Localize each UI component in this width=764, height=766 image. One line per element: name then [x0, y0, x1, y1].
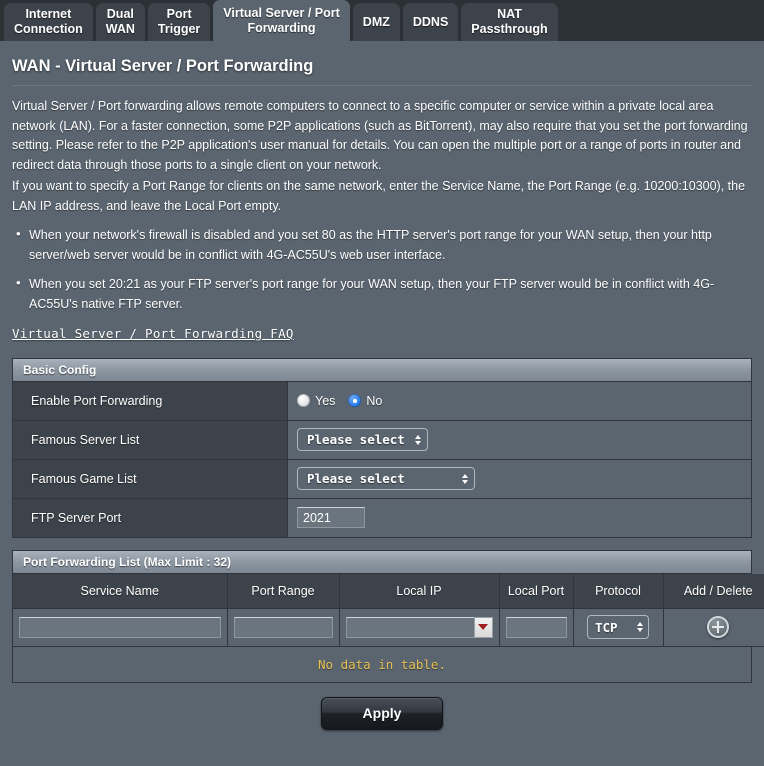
row-ftp-server-port: FTP Server Port [13, 498, 751, 538]
cell-add-delete [663, 608, 764, 647]
radio-label-no: No [366, 393, 383, 408]
protocol-value: TCP [595, 619, 618, 635]
cell-local-ip [339, 608, 500, 647]
label-famous-game-list: Famous Game List [13, 459, 288, 498]
column-header-protocol: Protocol [573, 573, 664, 609]
field-ftp-server-port [288, 499, 751, 537]
field-enable-port-forwarding: Yes No [288, 382, 751, 420]
tab-virtual-server-port-forwarding[interactable]: Virtual Server / Port Forwarding [213, 0, 350, 41]
tab-port-trigger[interactable]: Port Trigger [147, 3, 211, 41]
row-famous-server-list: Famous Server List Please select [13, 420, 751, 460]
port-forwarding-table: Service Name Port Range Local IP Local P… [13, 573, 764, 647]
tab-label-line1: Internet [25, 7, 72, 21]
ftp-server-port-input[interactable] [297, 507, 365, 528]
tab-dual-wan[interactable]: Dual WAN [95, 3, 145, 41]
notes-list: When your network's firewall is disabled… [12, 224, 752, 314]
famous-game-list-select[interactable]: Please select [297, 467, 475, 490]
row-famous-game-list: Famous Game List Please select [13, 459, 751, 499]
radio-group-enable-port-forwarding: Yes No [297, 394, 382, 408]
router-admin-page: Internet Connection Dual WAN Port Trigge… [0, 0, 764, 766]
service-name-input[interactable] [19, 616, 221, 638]
famous-game-list-value: Please select [307, 471, 405, 486]
column-header-local-ip: Local IP [339, 573, 500, 609]
basic-config-header: Basic Config [13, 358, 751, 382]
updown-arrows-icon [415, 434, 421, 445]
wan-tab-bar: Internet Connection Dual WAN Port Trigge… [0, 0, 764, 41]
local-ip-combo [345, 616, 493, 638]
tab-label-line2: Forwarding [247, 20, 316, 35]
faq-link[interactable]: Virtual Server / Port Forwarding FAQ [12, 324, 294, 344]
tab-label-line1: Virtual Server / Port [223, 5, 340, 20]
description-paragraph-2: If you want to specify a Port Range for … [12, 179, 746, 213]
column-header-local-port: Local Port [499, 573, 574, 609]
protocol-select[interactable]: TCP [587, 615, 649, 639]
tab-label-line2: Passthrough [471, 22, 548, 36]
table-input-row: TCP [13, 608, 764, 647]
tab-label-line2: WAN [105, 22, 135, 36]
column-header-service-name: Service Name [13, 573, 228, 609]
label-enable-port-forwarding: Enable Port Forwarding [13, 381, 288, 420]
tab-dmz[interactable]: DMZ [352, 3, 400, 41]
column-header-port-range: Port Range [227, 573, 340, 609]
row-enable-port-forwarding: Enable Port Forwarding Yes No [13, 381, 751, 421]
famous-server-list-value: Please select [307, 432, 405, 447]
description-paragraph-1: Virtual Server / Port forwarding allows … [12, 99, 748, 172]
famous-server-list-select[interactable]: Please select [297, 428, 428, 451]
cell-local-port [499, 608, 574, 647]
protocol-select-wrap: TCP [580, 615, 657, 639]
cell-port-range [227, 608, 340, 647]
port-forwarding-list-header: Port Forwarding List (Max Limit : 32) [13, 550, 751, 574]
field-famous-server-list: Please select [288, 421, 751, 459]
page-title: WAN - Virtual Server / Port Forwarding [12, 57, 314, 75]
cell-protocol: TCP [573, 608, 664, 647]
basic-config-panel: Basic Config Enable Port Forwarding Yes … [12, 357, 752, 538]
empty-table-message: No data in table. [13, 646, 751, 683]
port-range-input[interactable] [233, 616, 333, 638]
local-ip-input[interactable] [345, 616, 493, 638]
radio-label-yes: Yes [315, 393, 336, 408]
radio-option-no[interactable]: No [348, 394, 382, 408]
triangle-down-icon[interactable] [473, 616, 493, 638]
tab-label-line1: NAT [497, 7, 522, 21]
radio-option-yes[interactable]: Yes [297, 394, 335, 408]
field-famous-game-list: Please select [288, 460, 751, 498]
note-item: When your network's firewall is disabled… [16, 224, 752, 265]
plus-circle-icon[interactable] [707, 616, 730, 638]
page-description: Virtual Server / Port forwarding allows … [12, 97, 752, 358]
tab-label-line2: Connection [14, 22, 83, 36]
local-port-input[interactable] [505, 616, 567, 638]
port-forwarding-list-panel: Port Forwarding List (Max Limit : 32) Se… [12, 549, 764, 683]
tab-label-line1: Port [166, 7, 192, 21]
tab-label-line1: Dual [106, 7, 134, 21]
radio-icon-yes[interactable] [297, 394, 310, 407]
apply-button[interactable]: Apply [321, 696, 443, 730]
tab-label-line2: Trigger [157, 22, 201, 36]
page-content: WAN - Virtual Server / Port Forwarding V… [0, 41, 764, 730]
footer-actions: Apply [12, 683, 752, 730]
updown-arrows-icon [637, 622, 643, 632]
cell-service-name [13, 608, 228, 647]
title-divider [12, 85, 752, 86]
tab-internet-connection[interactable]: Internet Connection [4, 3, 93, 41]
column-header-add-delete: Add / Delete [663, 573, 764, 609]
tab-ddns[interactable]: DDNS [402, 3, 459, 41]
tab-nat-passthrough[interactable]: NAT Passthrough [461, 3, 558, 41]
label-famous-server-list: Famous Server List [13, 420, 288, 459]
label-ftp-server-port: FTP Server Port [13, 498, 288, 537]
table-header-row: Service Name Port Range Local IP Local P… [13, 573, 764, 609]
tab-label-line1: DMZ [362, 14, 390, 29]
updown-arrows-icon [462, 473, 468, 484]
radio-icon-no[interactable] [348, 394, 362, 407]
note-item: When you set 20:21 as your FTP server's … [16, 273, 752, 314]
tab-label-line1: DDNS [412, 14, 449, 29]
